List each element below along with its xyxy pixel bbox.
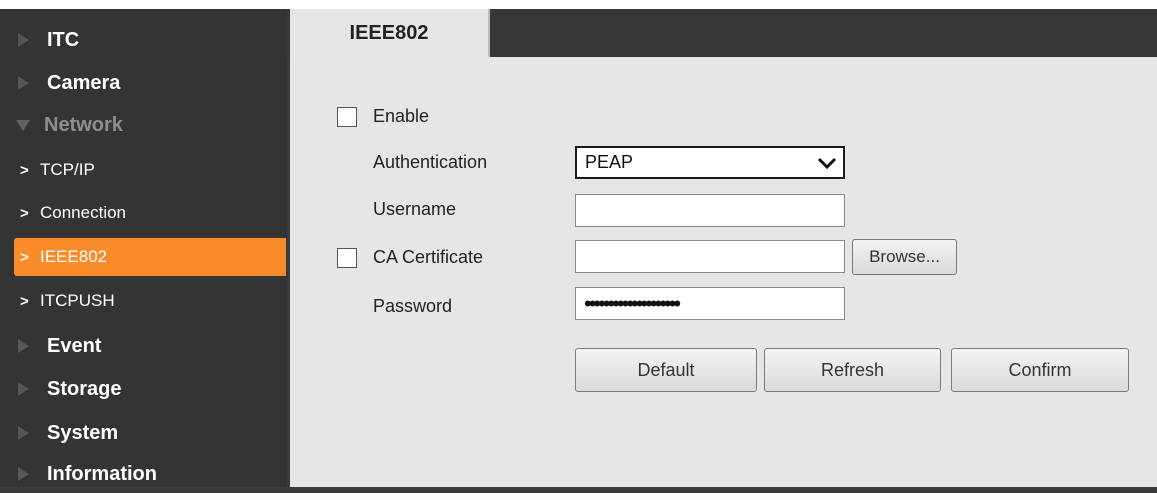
password-input[interactable]: ••••••••••••••••••••: [575, 287, 845, 320]
sidebar-item-itcpush[interactable]: > ITCPUSH: [0, 282, 287, 320]
triangle-right-icon: [18, 426, 29, 440]
sidebar-item-system[interactable]: System: [0, 414, 287, 452]
sidebar-item-label: ITCPUSH: [40, 291, 115, 310]
triangle-right-icon: [18, 76, 29, 90]
sidebar-item-tcpip[interactable]: > TCP/IP: [0, 151, 287, 189]
chevron-down-icon: [817, 157, 837, 169]
triangle-down-icon: [16, 119, 30, 131]
enable-checkbox[interactable]: [337, 107, 357, 127]
triangle-right-icon: [18, 382, 29, 396]
chevron-right-icon: >: [20, 248, 29, 266]
enable-label: Enable: [373, 106, 430, 126]
ca-certificate-input[interactable]: [575, 240, 845, 273]
sidebar-item-label: IEEE802: [40, 247, 108, 266]
refresh-button[interactable]: Refresh: [764, 348, 941, 392]
sidebar-item-storage[interactable]: Storage: [0, 370, 287, 408]
sidebar-item-label: ITC: [47, 28, 80, 51]
default-button[interactable]: Default: [575, 348, 757, 392]
password-label: Password: [373, 296, 453, 316]
browse-button[interactable]: Browse...: [852, 239, 957, 275]
sidebar-item-label: Information: [47, 462, 157, 485]
authentication-label: Authentication: [373, 152, 488, 172]
chevron-right-icon: >: [20, 292, 29, 310]
authentication-select[interactable]: PEAP: [575, 146, 845, 179]
username-label: Username: [373, 199, 457, 219]
sidebar-item-network[interactable]: Network: [0, 106, 287, 144]
bottom-strip: [0, 487, 1157, 493]
sidebar-item-label: Storage: [47, 377, 122, 400]
sidebar-top-strip: [0, 0, 287, 9]
sidebar-item-ieee802[interactable]: > IEEE802: [14, 238, 286, 276]
sidebar-item-label: Event: [47, 334, 102, 357]
sidebar-item-camera[interactable]: Camera: [0, 64, 287, 102]
triangle-right-icon: [18, 33, 29, 47]
ca-certificate-label: CA Certificate: [373, 247, 484, 267]
sidebar-item-label: Camera: [47, 71, 121, 94]
authentication-select-value: PEAP: [585, 152, 634, 172]
sidebar-item-label: Network: [44, 113, 123, 136]
sidebar: ITC Camera Network > TCP/IP > Connection…: [0, 0, 287, 493]
sidebar-item-label: Connection: [40, 203, 127, 222]
sidebar-item-label: TCP/IP: [40, 160, 95, 179]
triangle-right-icon: [18, 467, 29, 481]
ca-certificate-checkbox[interactable]: [337, 248, 357, 268]
chevron-right-icon: >: [20, 204, 29, 222]
username-input[interactable]: [575, 194, 845, 227]
chevron-right-icon: >: [20, 161, 29, 179]
triangle-right-icon: [18, 339, 29, 353]
sidebar-item-connection[interactable]: > Connection: [0, 194, 287, 232]
tab-ieee802[interactable]: IEEE802: [290, 9, 490, 57]
sidebar-item-event[interactable]: Event: [0, 327, 287, 365]
sidebar-item-label: System: [47, 421, 119, 444]
confirm-button[interactable]: Confirm: [951, 348, 1129, 392]
sidebar-item-itc[interactable]: ITC: [0, 21, 287, 59]
